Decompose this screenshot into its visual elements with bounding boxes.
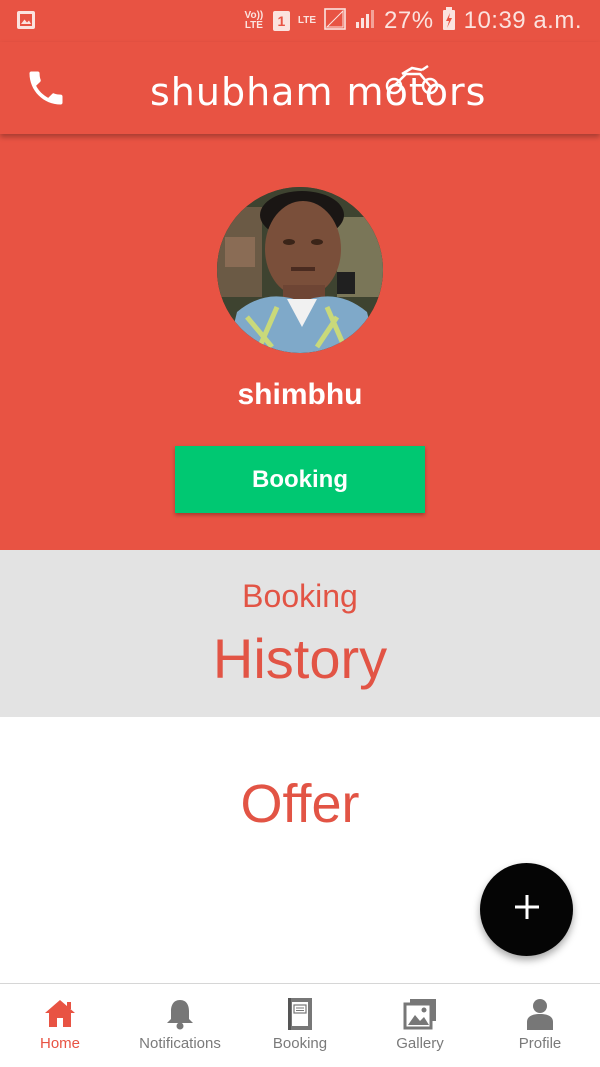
add-fab-button[interactable] bbox=[480, 863, 573, 956]
nav-gallery[interactable]: Gallery bbox=[360, 984, 480, 1067]
volte-indicator: Vo)) LTE bbox=[244, 10, 264, 31]
plus-icon bbox=[514, 894, 540, 925]
nav-notifications[interactable]: Notifications bbox=[120, 984, 240, 1067]
nav-notifications-label: Notifications bbox=[139, 1035, 221, 1052]
signal-empty-icon bbox=[324, 7, 346, 35]
gallery-notification-icon bbox=[16, 10, 36, 35]
bell-icon bbox=[162, 996, 198, 1032]
nav-home-label: Home bbox=[39, 1035, 80, 1052]
battery-charging-icon bbox=[442, 6, 456, 36]
app-screen: Vo)) LTE 1 LTE 27% 10:39 a.m. shubham mo… bbox=[0, 0, 600, 1067]
battery-percent: 27% bbox=[384, 7, 434, 34]
book-icon bbox=[282, 996, 318, 1032]
nav-booking-label: Booking bbox=[272, 1035, 328, 1052]
booking-history-card[interactable]: Booking History bbox=[0, 550, 600, 717]
sim-indicator: 1 bbox=[272, 11, 290, 31]
nav-booking[interactable]: Booking bbox=[240, 984, 360, 1067]
signal-icon bbox=[354, 8, 376, 35]
phone-icon bbox=[24, 71, 68, 114]
booking-history-subtitle: Booking bbox=[242, 578, 358, 614]
offer-card[interactable]: Offer bbox=[0, 717, 600, 884]
brand-logo: shubham motors bbox=[150, 62, 495, 118]
nav-profile[interactable]: Profile bbox=[480, 984, 600, 1067]
app-bar: shubham motors bbox=[0, 42, 600, 134]
avatar bbox=[217, 187, 383, 353]
status-indicators: Vo)) LTE 1 LTE 27% 10:39 a.m. bbox=[243, 6, 582, 36]
call-button[interactable] bbox=[24, 66, 68, 110]
home-icon bbox=[42, 996, 78, 1032]
bottom-navigation: Home Notifications Booking Gallery Profi… bbox=[0, 983, 600, 1067]
nav-profile-label: Profile bbox=[518, 1035, 562, 1052]
booking-history-title: History bbox=[212, 627, 388, 690]
username: shimbhu bbox=[237, 378, 363, 411]
profile-header: shimbhu Booking bbox=[0, 134, 600, 550]
gallery-icon bbox=[402, 996, 438, 1032]
nav-home[interactable]: Home bbox=[0, 984, 120, 1067]
status-bar: Vo)) LTE 1 LTE 27% 10:39 a.m. bbox=[0, 0, 600, 42]
booking-button[interactable]: Booking bbox=[175, 446, 425, 513]
lte-indicator: LTE bbox=[297, 15, 317, 26]
motorbike-icon bbox=[382, 62, 442, 101]
clock: 10:39 a.m. bbox=[463, 7, 582, 34]
person-icon bbox=[522, 996, 558, 1032]
nav-gallery-label: Gallery bbox=[396, 1035, 444, 1052]
offer-title: Offer bbox=[240, 774, 360, 834]
